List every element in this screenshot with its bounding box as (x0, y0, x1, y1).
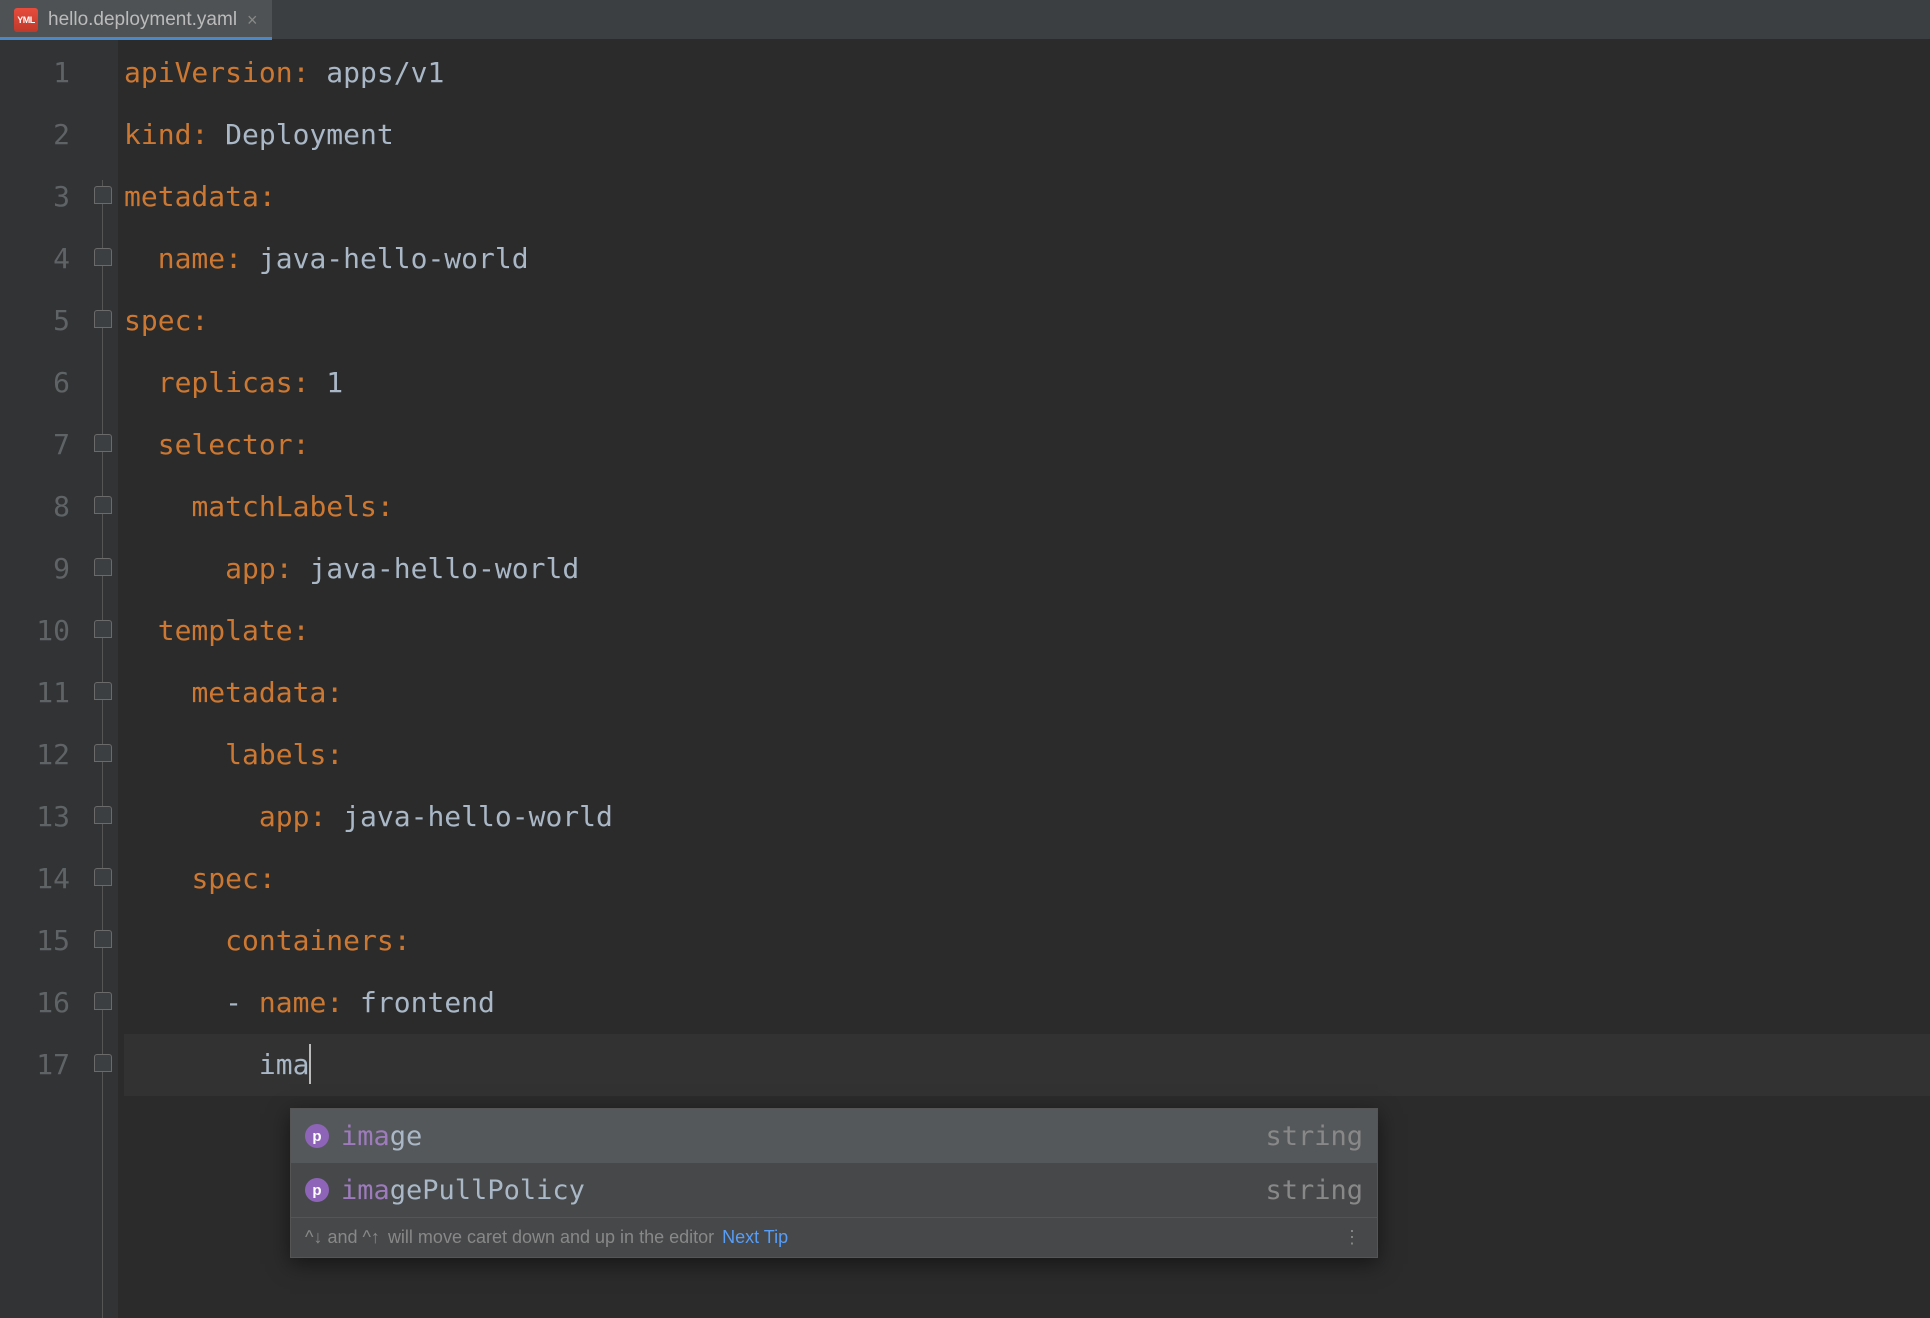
code-line: labels: (124, 724, 1930, 786)
code-line: metadata: (124, 662, 1930, 724)
footer-shortcut: ^↓ and ^↑ (305, 1227, 380, 1248)
code-line: template: (124, 600, 1930, 662)
next-tip-link[interactable]: Next Tip (722, 1227, 788, 1248)
autocomplete-type: string (1265, 1121, 1363, 1152)
fold-column (88, 40, 118, 1318)
line-number: 4 (0, 228, 70, 290)
property-icon: p (305, 1178, 329, 1202)
code-line: - name: frontend (124, 972, 1930, 1034)
fold-toggle-icon[interactable] (94, 496, 112, 514)
fold-toggle-icon[interactable] (94, 558, 112, 576)
code-line: selector: (124, 414, 1930, 476)
property-icon: p (305, 1124, 329, 1148)
code-line: app: java-hello-world (124, 786, 1930, 848)
close-icon[interactable]: × (247, 11, 258, 29)
autocomplete-footer: ^↓ and ^↑ will move caret down and up in… (291, 1217, 1377, 1257)
autocomplete-item[interactable]: p image string (291, 1109, 1377, 1163)
line-number: 1 (0, 42, 70, 104)
autocomplete-label: imagePullPolicy (341, 1175, 585, 1206)
autocomplete-item[interactable]: p imagePullPolicy string (291, 1163, 1377, 1217)
tab-filename: hello.deployment.yaml (48, 9, 237, 31)
code-line: name: java-hello-world (124, 228, 1930, 290)
line-number: 3 (0, 166, 70, 228)
code-line: containers: (124, 910, 1930, 972)
more-options-icon[interactable]: ⋮ (1343, 1227, 1363, 1248)
tab-bar: YML hello.deployment.yaml × (0, 0, 1930, 40)
line-number: 14 (0, 848, 70, 910)
fold-toggle-icon[interactable] (94, 682, 112, 700)
text-caret (309, 1044, 311, 1084)
line-number: 11 (0, 662, 70, 724)
line-number: 17 (0, 1034, 70, 1096)
fold-toggle-icon[interactable] (94, 1054, 112, 1072)
file-tab[interactable]: YML hello.deployment.yaml × (0, 0, 272, 39)
line-number: 8 (0, 476, 70, 538)
line-number: 9 (0, 538, 70, 600)
line-number: 2 (0, 104, 70, 166)
line-number: 15 (0, 910, 70, 972)
code-line: metadata: (124, 166, 1930, 228)
code-line: replicas: 1 (124, 352, 1930, 414)
code-line: matchLabels: (124, 476, 1930, 538)
line-number: 7 (0, 414, 70, 476)
yaml-file-icon: YML (14, 8, 38, 32)
fold-toggle-icon[interactable] (94, 868, 112, 886)
fold-toggle-icon[interactable] (94, 434, 112, 452)
fold-toggle-icon[interactable] (94, 930, 112, 948)
fold-toggle-icon[interactable] (94, 992, 112, 1010)
code-line: kind: Deployment (124, 104, 1930, 166)
code-line: spec: (124, 848, 1930, 910)
line-number: 5 (0, 290, 70, 352)
fold-toggle-icon[interactable] (94, 310, 112, 328)
fold-toggle-icon[interactable] (94, 248, 112, 266)
fold-toggle-icon[interactable] (94, 620, 112, 638)
line-number: 16 (0, 972, 70, 1034)
line-number: 13 (0, 786, 70, 848)
editor-window: YML hello.deployment.yaml × 1 2 3 4 5 6 … (0, 0, 1930, 1318)
code-line: app: java-hello-world (124, 538, 1930, 600)
fold-toggle-icon[interactable] (94, 806, 112, 824)
line-number: 12 (0, 724, 70, 786)
current-line: ima (124, 1034, 1930, 1096)
autocomplete-popup: p image string p imagePullPolicy string … (290, 1108, 1378, 1258)
line-number: 10 (0, 600, 70, 662)
line-number-gutter: 1 2 3 4 5 6 7 8 9 10 11 12 13 14 15 16 1… (0, 40, 88, 1318)
autocomplete-type: string (1265, 1175, 1363, 1206)
fold-toggle-icon[interactable] (94, 186, 112, 204)
autocomplete-label: image (341, 1121, 422, 1152)
fold-toggle-icon[interactable] (94, 744, 112, 762)
code-line: apiVersion: apps/v1 (124, 42, 1930, 104)
footer-hint-text: will move caret down and up in the edito… (388, 1227, 714, 1248)
code-line: spec: (124, 290, 1930, 352)
line-number: 6 (0, 352, 70, 414)
